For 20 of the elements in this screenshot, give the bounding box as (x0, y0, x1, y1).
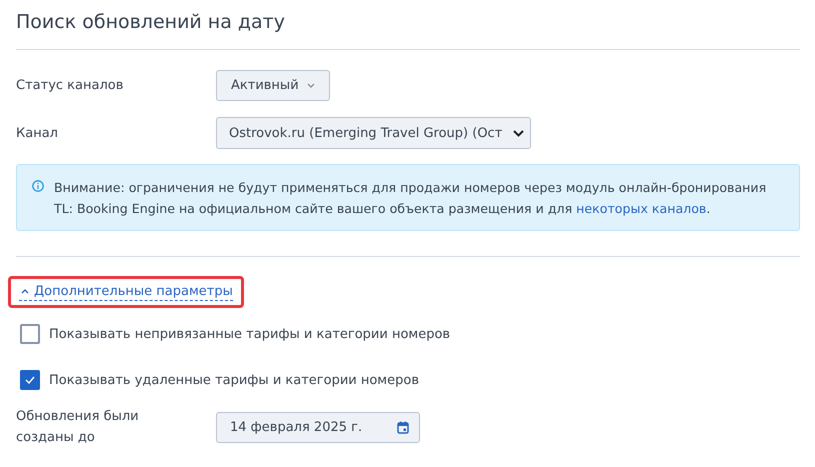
field-label: Обновления были созданы до (16, 408, 140, 447)
calendar-icon (397, 420, 409, 434)
page-title: Поиск обновлений на дату (16, 10, 286, 35)
chevron-down-icon (513, 130, 524, 136)
date-field[interactable]: 14 февраля 2025 г. (216, 412, 420, 442)
status-dropdown[interactable]: Активный (216, 70, 330, 101)
checkbox[interactable] (20, 370, 40, 390)
advanced-toggle[interactable]: Дополнительные параметры (19, 284, 233, 301)
chevron-up-icon (21, 289, 29, 294)
checkbox[interactable] (20, 324, 40, 344)
notice-text: Внимание: ограничения не будут применяться для продажи номеров через модуль онлайн-бронирования TL: Booking Engine на официальном сайте вашего объекта размещения и для некоторых каналов. (54, 179, 768, 218)
chevron-down-icon (306, 83, 315, 88)
channels-link[interactable]: некоторых каналов (576, 201, 706, 216)
checkbox-label: Показывать удаленные тарифы и категории номеров (49, 372, 419, 388)
field-label: Статус каналов (16, 78, 124, 93)
checkmark-icon (24, 375, 36, 385)
channel-select[interactable]: Ostrovok.ru (Emerging Travel Group) (Ост (216, 117, 531, 149)
info-icon (32, 180, 44, 192)
field-label: Канал (16, 126, 59, 140)
checkbox-label: Показывать непривязанные тарифы и категории номеров (49, 326, 450, 342)
